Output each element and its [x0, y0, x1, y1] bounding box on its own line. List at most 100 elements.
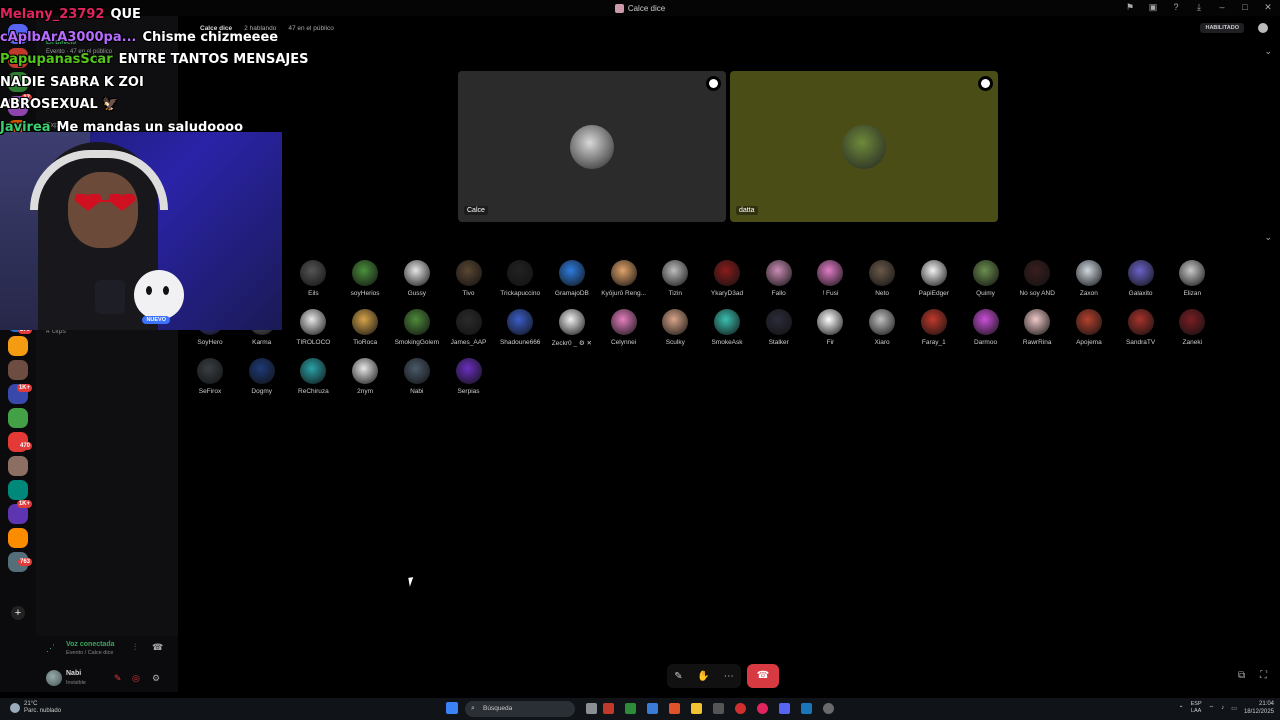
audience-member[interactable]: Darmoo [960, 309, 1012, 353]
status-badge[interactable]: HABILITADO [1200, 23, 1244, 33]
audience-member[interactable]: Galaxito [1115, 260, 1167, 304]
collapse-audience-chevron-icon[interactable]: ⌄ [1264, 232, 1272, 243]
leave-stage-button[interactable]: ☎ [747, 664, 779, 688]
audience-member[interactable]: ! Fusi [804, 260, 856, 304]
audience-member[interactable]: James_AAP [443, 309, 495, 353]
start-button[interactable] [446, 702, 458, 714]
audience-member[interactable]: GramajoDB [546, 260, 598, 304]
clock[interactable]: 21:04 18/12/2025 [1244, 700, 1274, 716]
audience-member[interactable]: Fir [804, 309, 856, 353]
close-button[interactable]: ✕ [1262, 2, 1274, 13]
opera-app-icon[interactable] [757, 703, 768, 714]
capcut-app-icon[interactable] [713, 703, 724, 714]
deafen-icon[interactable]: ◎ [132, 673, 140, 684]
fullscreen-icon[interactable]: ⛶ [1260, 670, 1267, 681]
audience-member[interactable]: Neto [856, 260, 908, 304]
vscode-app-icon[interactable] [647, 703, 658, 714]
brave-app-icon[interactable] [669, 703, 680, 714]
audience-member[interactable]: Tizin [649, 260, 701, 304]
server-icon[interactable] [8, 528, 28, 548]
chevron-up-icon[interactable]: ⌃ [1179, 705, 1184, 712]
more-options-icon[interactable]: ⋯ [724, 671, 734, 682]
audience-member[interactable]: Xiaro [856, 309, 908, 353]
explorer-app-icon[interactable] [691, 703, 702, 714]
audience-member[interactable]: Serpias [443, 358, 495, 402]
help-icon[interactable]: ? [1170, 2, 1182, 13]
server-icon[interactable] [8, 456, 28, 476]
audience-member[interactable]: Eils [287, 260, 339, 304]
minimize-button[interactable]: – [1216, 2, 1228, 13]
voice-status[interactable]: Voz conectada [66, 641, 115, 648]
audience-member[interactable]: SmokingGolem [391, 309, 443, 353]
audience-member[interactable]: Celynnei [598, 309, 650, 353]
audience-member[interactable]: Fallo [753, 260, 805, 304]
weather-widget[interactable]: 21°C Parc. nublado [10, 701, 61, 715]
mute-mic-icon[interactable]: ✎ [674, 671, 682, 682]
search-input[interactable]: ⌕ Búsqueda [465, 701, 575, 717]
popout-icon[interactable]: ⧉ [1238, 670, 1245, 681]
discord-app-icon[interactable] [779, 703, 790, 714]
audience-member[interactable]: PapiEdger [908, 260, 960, 304]
speaker-avatar [570, 124, 614, 169]
audience-member[interactable]: Stalker [753, 309, 805, 353]
minecraft-app-icon[interactable] [625, 703, 636, 714]
calendar-app-icon[interactable] [603, 703, 614, 714]
speaker-tile[interactable]: Calce [458, 71, 726, 222]
avatar[interactable] [46, 670, 62, 686]
raise-hand-icon[interactable]: ✋ [697, 671, 709, 682]
maximize-button[interactable]: □ [1239, 2, 1251, 13]
add-server-button[interactable]: + [11, 606, 25, 620]
audience-member[interactable]: Gussy [391, 260, 443, 304]
audience-member[interactable]: Elizan [1166, 260, 1218, 304]
recorder-app-icon[interactable] [735, 703, 746, 714]
audience-member[interactable]: SandraTV [1115, 309, 1167, 353]
audience-member[interactable]: TIROLOCO [287, 309, 339, 353]
avatar [403, 260, 430, 286]
mic-muted-icon[interactable]: ✎ [114, 673, 122, 684]
server-icon[interactable] [8, 336, 28, 356]
task-view-icon[interactable] [586, 703, 597, 714]
audience-member[interactable]: YkaryD3ad [701, 260, 753, 304]
audience-member[interactable]: Shadoune666 [494, 309, 546, 353]
audience-member[interactable]: Trickapuccino [494, 260, 546, 304]
speaker-tile[interactable]: datta [730, 71, 998, 222]
download-icon[interactable]: ⤓ [1193, 2, 1205, 13]
audience-member[interactable]: Quimy [960, 260, 1012, 304]
audience-member[interactable]: soyHerios [339, 260, 391, 304]
audience-member[interactable]: Zeckr0 _ ⚙ ✕ [546, 309, 598, 353]
battery-icon[interactable]: ▭ [1231, 705, 1237, 712]
audience-member[interactable]: SeFirox [184, 358, 236, 402]
audience-member[interactable]: SmokeAsk [701, 309, 753, 353]
wifi-icon[interactable]: ⌔ [1209, 704, 1215, 712]
flag-icon[interactable]: ⚑ [1124, 2, 1136, 13]
language-1: ESP [1190, 701, 1202, 707]
noise-suppression-icon[interactable]: ⫶ [134, 642, 136, 653]
disconnect-icon[interactable]: ☎ [152, 642, 163, 653]
inbox-icon[interactable]: ▣ [1147, 2, 1159, 13]
audience-member[interactable]: Kyōjurō Reng... [598, 260, 650, 304]
server-icon[interactable] [8, 360, 28, 380]
audience-member[interactable]: TioRoca [339, 309, 391, 353]
audience-member[interactable]: Zaxon [1063, 260, 1115, 304]
language-indicator[interactable]: ESP LAA [1191, 701, 1202, 715]
audience-member[interactable]: Apojema [1063, 309, 1115, 353]
audience-member[interactable]: Zaneki [1166, 309, 1218, 353]
server-icon[interactable] [8, 408, 28, 428]
audience-member[interactable]: RawrRina [1011, 309, 1063, 353]
audience-member[interactable]: Nabi [391, 358, 443, 402]
audience-member[interactable]: Dogmy [236, 358, 288, 402]
audience-member[interactable]: No soy AND [1011, 260, 1063, 304]
audience-member[interactable]: 2nym [339, 358, 391, 402]
steam-app-icon[interactable] [801, 703, 812, 714]
settings-gear-icon[interactable]: ⚙ [152, 673, 160, 684]
audience-member[interactable]: Sculky [649, 309, 701, 353]
audience-member[interactable]: Tivo [443, 260, 495, 304]
chat-bubble-icon[interactable] [1258, 23, 1268, 33]
volume-icon[interactable]: ♪ [1221, 705, 1224, 711]
server-icon[interactable] [8, 480, 28, 500]
audience-member[interactable]: Faray_1 [908, 309, 960, 353]
collapse-speakers-chevron-icon[interactable]: ⌄ [1264, 46, 1272, 57]
obs-app-icon[interactable] [823, 703, 834, 714]
voice-channel[interactable]: Evento / Calce dice [66, 650, 113, 656]
audience-member[interactable]: ReChiruza [287, 358, 339, 402]
